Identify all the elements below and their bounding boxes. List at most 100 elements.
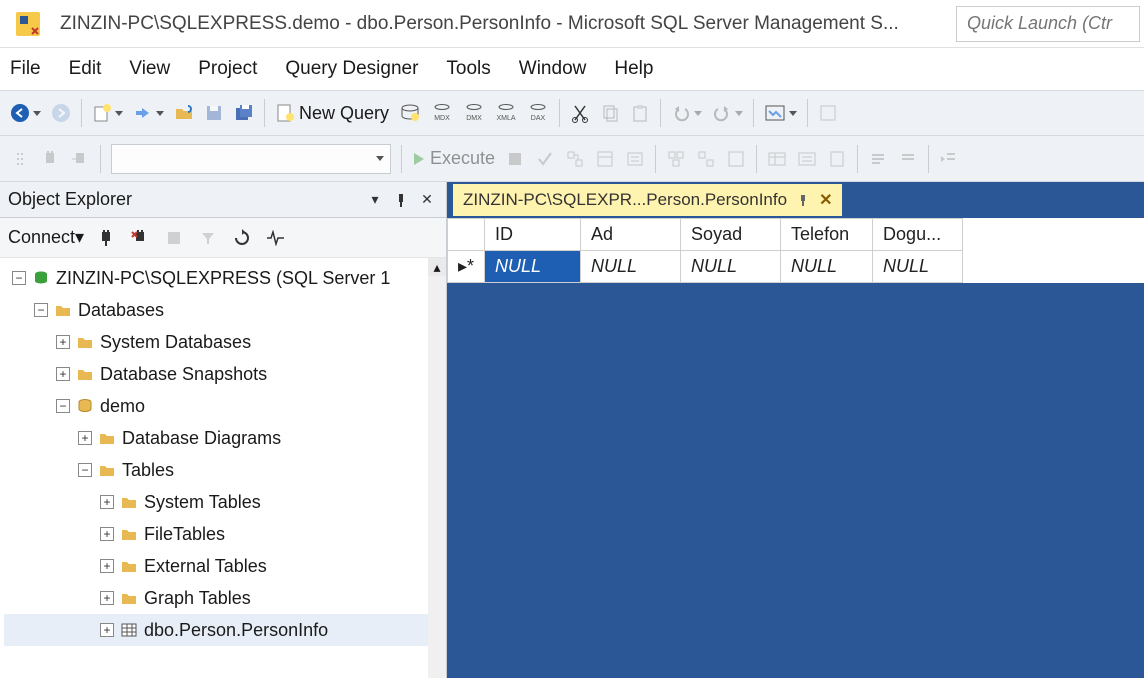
svg-text:MDX: MDX (434, 115, 450, 122)
results-file-button[interactable] (823, 143, 851, 175)
estimated-plan-button[interactable] (561, 143, 589, 175)
uncomment-button[interactable] (894, 143, 922, 175)
save-all-button[interactable] (230, 97, 258, 129)
db-dmx-button[interactable]: DMX (459, 97, 489, 129)
change-connection-button[interactable] (66, 143, 94, 175)
tree-graph-tables-node[interactable]: +Graph Tables (4, 582, 446, 614)
scroll-up-icon[interactable]: ▴ (428, 258, 446, 276)
object-explorer-header: Object Explorer ▾ ✕ (0, 182, 446, 218)
tree-databases-node[interactable]: −Databases (4, 294, 446, 326)
results-text-button[interactable] (793, 143, 821, 175)
paste-button[interactable] (626, 97, 654, 129)
titlebar: ZINZIN-PC\SQLEXPRESS.demo - dbo.Person.P… (0, 0, 1144, 48)
tab-label: ZINZIN-PC\SQLEXPR...Person.PersonInfo (463, 190, 787, 210)
tree-demo-db-node[interactable]: −demo (4, 390, 446, 422)
query-options-button[interactable] (591, 143, 619, 175)
cell-ad[interactable]: NULL (581, 251, 681, 283)
live-stats-button[interactable] (692, 143, 720, 175)
comment-button[interactable] (864, 143, 892, 175)
folder-icon (76, 365, 94, 383)
folder-icon (54, 301, 72, 319)
disconnect-icon[interactable] (128, 226, 152, 250)
client-stats-button[interactable] (722, 143, 750, 175)
extra-button[interactable] (814, 97, 842, 129)
col-header-ad[interactable]: Ad (581, 219, 681, 251)
plug-connect-icon[interactable] (94, 226, 118, 250)
open-arrow-button[interactable] (129, 97, 168, 129)
tab-pin-icon[interactable] (797, 194, 809, 206)
actual-plan-button[interactable] (662, 143, 690, 175)
menu-edit[interactable]: Edit (69, 58, 102, 80)
intellisense-button[interactable] (621, 143, 649, 175)
tree-filetables-node[interactable]: +FileTables (4, 518, 446, 550)
db-xmla-button[interactable]: XMLA (491, 97, 521, 129)
redo-button[interactable] (708, 97, 747, 129)
window-title: ZINZIN-PC\SQLEXPRESS.demo - dbo.Person.P… (60, 13, 956, 35)
grid-new-row[interactable]: ▸* NULL NULL NULL NULL NULL (448, 251, 963, 283)
cell-telefon[interactable]: NULL (781, 251, 873, 283)
col-header-dogu[interactable]: Dogu... (873, 219, 963, 251)
menu-window[interactable]: Window (519, 58, 587, 80)
tree-person-table-node[interactable]: +dbo.Person.PersonInfo (4, 614, 446, 646)
tree-external-tables-node[interactable]: +External Tables (4, 550, 446, 582)
svg-text:DMX: DMX (466, 115, 482, 122)
results-grid-button[interactable] (763, 143, 791, 175)
tree-scrollbar[interactable]: ▴ (428, 258, 446, 678)
cell-soyad[interactable]: NULL (681, 251, 781, 283)
undo-button[interactable] (667, 97, 706, 129)
quick-launch-input[interactable] (956, 6, 1140, 42)
stop-button[interactable] (501, 143, 529, 175)
new-query-button[interactable]: New Query (271, 97, 393, 129)
tree-system-tables-node[interactable]: +System Tables (4, 486, 446, 518)
panel-pin-button[interactable] (390, 189, 412, 211)
tree-tables-node[interactable]: −Tables (4, 454, 446, 486)
cut-button[interactable] (566, 97, 594, 129)
database-combo[interactable] (111, 144, 391, 174)
cell-dogu[interactable]: NULL (873, 251, 963, 283)
folder-icon (98, 461, 116, 479)
diagram-button[interactable] (760, 97, 801, 129)
menu-project[interactable]: Project (198, 58, 257, 80)
tree-database-snapshots-node[interactable]: +Database Snapshots (4, 358, 446, 390)
tab-close-icon[interactable]: ✕ (819, 190, 832, 210)
tree-server-node[interactable]: −ZINZIN-PC\SQLEXPRESS (SQL Server 1 (4, 262, 446, 294)
menu-tools[interactable]: Tools (446, 58, 490, 80)
activity-icon[interactable] (264, 226, 288, 250)
db-mdx-button[interactable]: MDX (427, 97, 457, 129)
db-query-a-button[interactable] (395, 97, 425, 129)
tree-system-databases-node[interactable]: +System Databases (4, 326, 446, 358)
cell-id[interactable]: NULL (485, 251, 581, 283)
nav-forward-button[interactable] (47, 97, 75, 129)
stop-icon[interactable] (162, 226, 186, 250)
open-folder-button[interactable] (170, 97, 198, 129)
new-item-button[interactable] (88, 97, 127, 129)
connect-button[interactable]: Connect ▾ (8, 227, 84, 248)
menu-help[interactable]: Help (614, 58, 653, 80)
refresh-icon[interactable] (230, 226, 254, 250)
plug-connect-button[interactable] (36, 143, 64, 175)
db-dax-button[interactable]: DAX (523, 97, 553, 129)
parse-button[interactable] (531, 143, 559, 175)
data-grid[interactable]: ID Ad Soyad Telefon Dogu... ▸* NULL NULL… (447, 218, 1144, 283)
object-explorer-toolbar: Connect ▾ (0, 218, 446, 258)
save-button[interactable] (200, 97, 228, 129)
menu-file[interactable]: File (10, 58, 41, 80)
row-selector[interactable]: ▸* (448, 251, 485, 283)
col-header-soyad[interactable]: Soyad (681, 219, 781, 251)
menu-query-designer[interactable]: Query Designer (285, 58, 418, 80)
panel-dropdown-button[interactable]: ▾ (364, 189, 386, 211)
col-header-id[interactable]: ID (485, 219, 581, 251)
menu-view[interactable]: View (129, 58, 170, 80)
object-explorer-tree[interactable]: −ZINZIN-PC\SQLEXPRESS (SQL Server 1 −Dat… (0, 258, 446, 678)
nav-back-button[interactable] (6, 97, 45, 129)
filter-icon[interactable] (196, 226, 220, 250)
row-header-corner[interactable] (448, 219, 485, 251)
copy-button[interactable] (596, 97, 624, 129)
execute-button[interactable]: Execute (408, 143, 499, 175)
col-header-telefon[interactable]: Telefon (781, 219, 873, 251)
toolbar-main: New Query MDX DMX XMLA DAX (0, 90, 1144, 136)
indent-less-button[interactable] (935, 143, 963, 175)
panel-close-button[interactable]: ✕ (416, 189, 438, 211)
tree-database-diagrams-node[interactable]: +Database Diagrams (4, 422, 446, 454)
tab-person-info[interactable]: ZINZIN-PC\SQLEXPR...Person.PersonInfo ✕ (453, 184, 842, 216)
